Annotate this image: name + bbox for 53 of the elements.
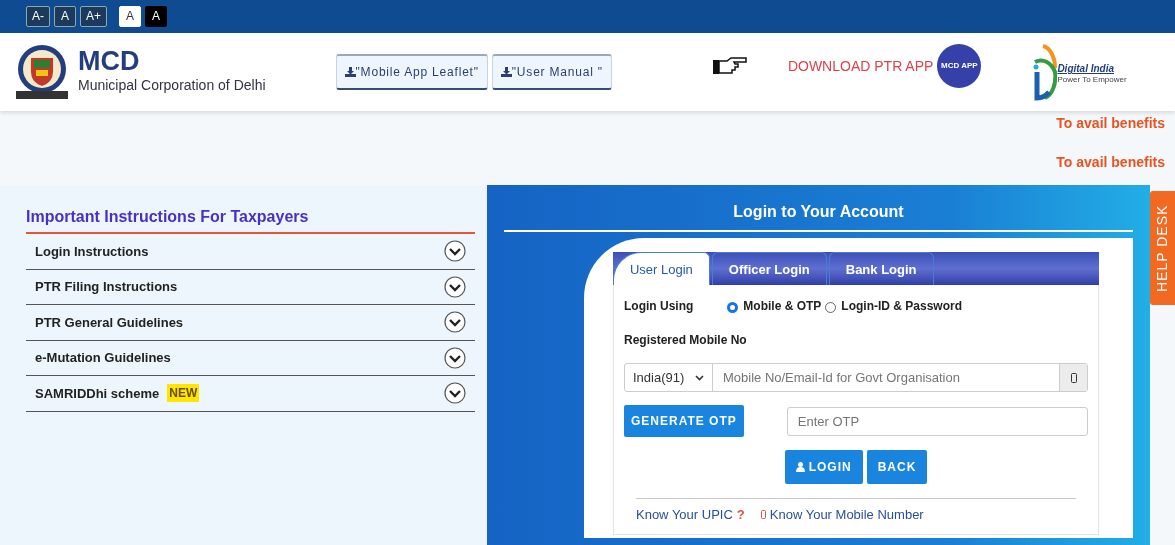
login-tab[interactable]: Bank Login [828,252,934,285]
pointing-hand-icon [711,57,748,75]
accordion-item[interactable]: PTR Filing Instructions [26,269,475,305]
country-select[interactable]: India(91) [625,364,713,391]
accordion-label: PTR Filing Instructions [35,278,178,296]
notice-text: To avail benefits [1055,153,1166,172]
accordion-item[interactable]: SAMRIDDhi scheme NEW [26,376,475,412]
section-title: Important Instructions For Taxpayers [26,205,475,234]
font-size-button[interactable]: A+ [80,6,107,27]
font-size-button[interactable]: A [119,6,141,27]
generate-otp-button[interactable]: GENERATE OTP [624,405,744,437]
download-button[interactable]: "User Manual " [491,54,612,90]
emblem-icon [14,42,70,102]
accordion-item[interactable]: Login Instructions [26,234,475,270]
download-icon [500,67,512,77]
field-label: Login Using [624,298,694,315]
login-tab[interactable]: User Login [613,252,710,285]
accordion-label: Login Instructions [35,242,149,261]
accordion-item[interactable]: PTR General Guidelines [26,305,475,341]
phone-icon [760,510,766,520]
app-link[interactable]: MCD APP [937,44,982,88]
caret-icon [695,374,704,381]
help-link[interactable]: Know Your Mobile Number [769,505,924,525]
digital-india-tagline: Power To Empower [1057,74,1127,86]
new-badge: NEW [167,384,200,403]
download-app-text: DOWNLOAD PTR APP [787,56,934,76]
otp-input-field[interactable]: Enter OTP [786,406,1088,436]
digital-india-title: Digital India [1057,64,1116,74]
help-link[interactable]: Know Your UPIC [636,505,733,525]
brand-subtitle: Municipal Corporation of Delhi [78,76,266,95]
font-size-button[interactable]: A [54,6,76,27]
accordion-item[interactable]: e-Mutation Guidelines [26,340,475,376]
login-tab[interactable]: Officer Login [711,252,827,285]
accordion-label: SAMRIDDhi scheme [35,384,160,403]
panel-title: Login to Your Account [504,186,1133,232]
font-size-button[interactable]: A- [26,6,50,27]
download-icon [344,67,356,77]
mobile-input-group[interactable]: India(91) Mobile No/Email-Id for Govt Organisation [624,363,1088,392]
accordion-label: e-Mutation Guidelines [35,349,171,367]
accordion-label: PTR General Guidelines [35,313,184,332]
user-icon [795,462,805,472]
select-value: India(91) [633,368,685,387]
field-label: Registered Mobile No [624,332,748,349]
font-size-button[interactable]: A [145,6,167,27]
phone-icon [1070,372,1077,383]
question-icon: ? [736,505,745,525]
action-button[interactable]: BACK [866,450,928,484]
brand-name: MCD [78,48,141,75]
radio-option[interactable]: Mobile & OTP [727,297,822,315]
radio-option[interactable]: Login-ID & Password [825,297,962,315]
notice-text: To avail benefits [1055,114,1166,133]
action-button[interactable]: LOGIN [784,450,863,484]
download-button[interactable]: "Mobile App Leaflet" [335,54,488,90]
